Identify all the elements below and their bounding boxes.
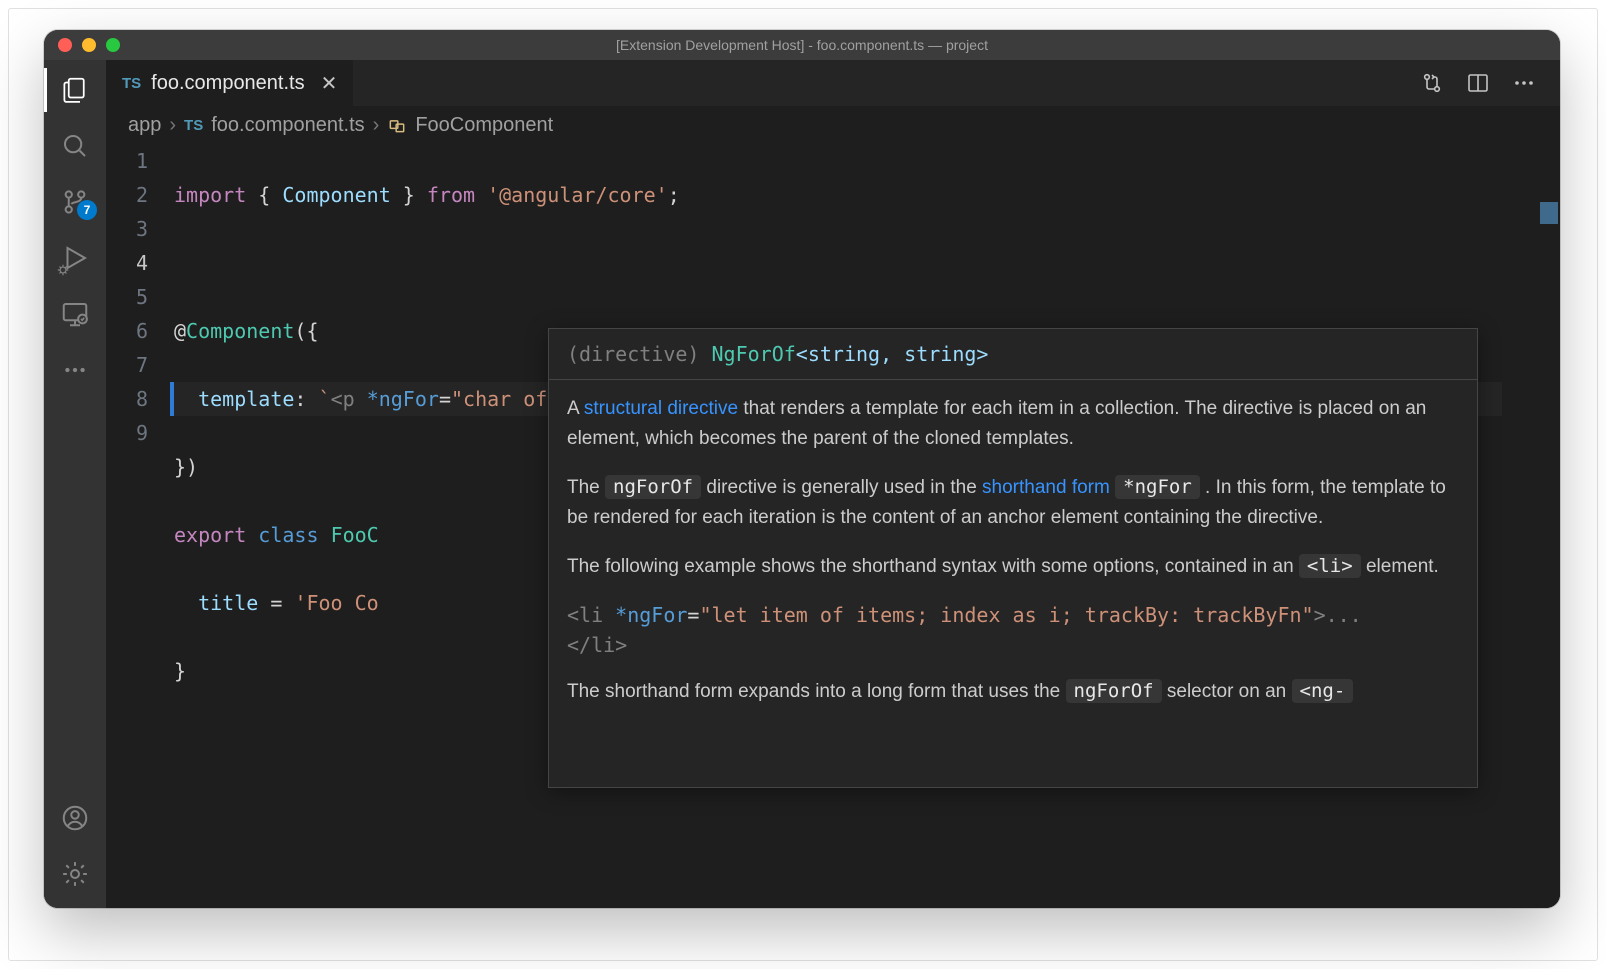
ts-file-icon: TS bbox=[184, 117, 203, 134]
chevron-right-icon: › bbox=[169, 114, 176, 137]
titlebar: [Extension Development Host] - foo.compo… bbox=[44, 30, 1560, 60]
remote-explorer-icon[interactable] bbox=[59, 298, 91, 330]
breadcrumb-symbol[interactable]: FooComponent bbox=[415, 114, 553, 137]
chevron-right-icon: › bbox=[373, 114, 380, 137]
run-debug-icon[interactable] bbox=[59, 242, 91, 274]
close-tab-icon[interactable]: ✕ bbox=[321, 71, 338, 96]
traffic-lights bbox=[44, 38, 120, 52]
tab-bar: TS foo.component.ts ✕ bbox=[106, 60, 1560, 106]
shorthand-form-link[interactable]: shorthand form bbox=[982, 477, 1110, 498]
window-title: [Extension Development Host] - foo.compo… bbox=[44, 37, 1560, 53]
minimize-window-button[interactable] bbox=[82, 38, 96, 52]
scm-badge: 7 bbox=[77, 200, 97, 220]
breadcrumb-file[interactable]: foo.component.ts bbox=[211, 114, 364, 137]
ts-file-icon: TS bbox=[122, 75, 141, 92]
class-symbol-icon bbox=[387, 115, 407, 135]
close-window-button[interactable] bbox=[58, 38, 72, 52]
more-actions-icon[interactable] bbox=[1512, 71, 1536, 95]
vscode-window: [Extension Development Host] - foo.compo… bbox=[44, 30, 1560, 908]
compare-changes-icon[interactable] bbox=[1420, 71, 1444, 95]
zoom-window-button[interactable] bbox=[106, 38, 120, 52]
editor-area: TS foo.component.ts ✕ app bbox=[106, 60, 1560, 908]
activity-bar: 7 bbox=[44, 60, 106, 908]
tab-foo-component[interactable]: TS foo.component.ts ✕ bbox=[106, 60, 354, 106]
accounts-icon[interactable] bbox=[59, 802, 91, 834]
breadcrumb[interactable]: app › TS foo.component.ts › FooComponent bbox=[106, 106, 1560, 144]
more-icon[interactable] bbox=[59, 354, 91, 386]
settings-gear-icon[interactable] bbox=[59, 858, 91, 890]
tab-filename: foo.component.ts bbox=[151, 72, 304, 95]
hover-body[interactable]: A structural directive that renders a te… bbox=[549, 380, 1477, 743]
source-control-icon[interactable]: 7 bbox=[59, 186, 91, 218]
search-icon[interactable] bbox=[59, 130, 91, 162]
minimap[interactable] bbox=[1502, 144, 1560, 908]
explorer-icon[interactable] bbox=[59, 74, 91, 106]
minimap-highlight bbox=[1540, 202, 1558, 224]
workbench: 7 TS foo.compo bbox=[44, 60, 1560, 908]
split-editor-icon[interactable] bbox=[1466, 71, 1490, 95]
line-gutter: 123 456 789 bbox=[106, 144, 174, 908]
hover-signature: (directive) NgForOf<string, string> bbox=[549, 329, 1477, 380]
editor-actions bbox=[1420, 60, 1560, 106]
structural-directive-link[interactable]: structural directive bbox=[584, 398, 738, 419]
breadcrumb-folder[interactable]: app bbox=[128, 114, 161, 137]
hover-tooltip[interactable]: (directive) NgForOf<string, string> A st… bbox=[548, 328, 1478, 788]
